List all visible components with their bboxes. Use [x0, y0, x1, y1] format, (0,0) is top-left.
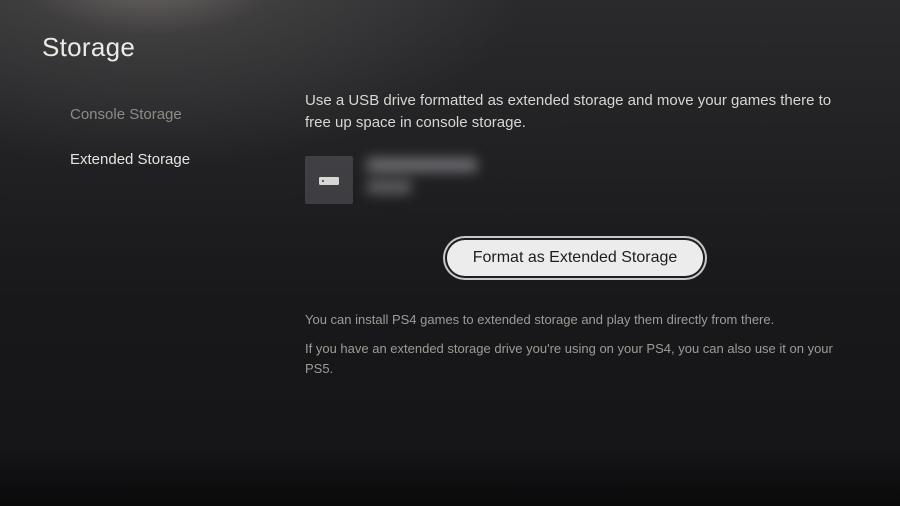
usb-drive-info-redacted — [367, 156, 477, 194]
hint-line-1: You can install PS4 games to extended st… — [305, 310, 845, 330]
sidebar-item-extended-storage[interactable]: Extended Storage — [60, 137, 250, 182]
extended-storage-hints: You can install PS4 games to extended st… — [305, 310, 845, 379]
sidebar-item-label: Extended Storage — [70, 151, 190, 168]
hint-line-2: If you have an extended storage drive yo… — [305, 339, 845, 378]
extended-storage-description: Use a USB drive formatted as extended st… — [305, 90, 845, 134]
page-title: Storage — [42, 32, 135, 63]
format-button-label: Format as Extended Storage — [473, 249, 678, 266]
storage-sidebar: Console Storage Extended Storage — [60, 92, 250, 182]
usb-drive-entry[interactable] — [305, 156, 845, 204]
sidebar-item-label: Console Storage — [70, 106, 182, 123]
extended-storage-panel: Use a USB drive formatted as extended st… — [305, 90, 845, 388]
hdd-icon — [305, 156, 353, 204]
sidebar-item-console-storage[interactable]: Console Storage — [60, 92, 250, 137]
format-as-extended-storage-button[interactable]: Format as Extended Storage — [447, 240, 704, 276]
